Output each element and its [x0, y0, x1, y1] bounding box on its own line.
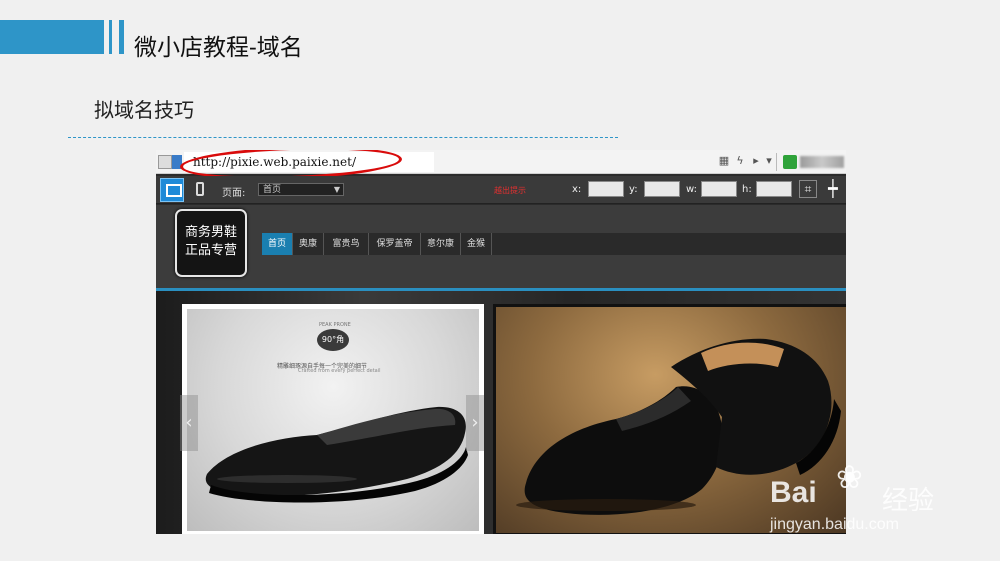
chevron-down-icon[interactable]: ▾ [763, 155, 775, 167]
shop-logo[interactable]: 商务男鞋 正品专营 [175, 209, 247, 277]
header-accent-bar [0, 20, 104, 54]
crop-icon[interactable]: ⌗ [799, 180, 817, 198]
logo-line: 正品专营 [184, 243, 237, 258]
nav-item-aokang[interactable]: 奥康 [293, 233, 324, 255]
loafer-shoe-image [205, 406, 468, 503]
mobile-icon[interactable] [196, 182, 204, 196]
resize-icon[interactable]: ┿ [828, 180, 838, 198]
slide-title: 微小店教程-域名 [134, 35, 303, 61]
x-label: x: [572, 184, 582, 195]
y-input[interactable] [644, 181, 680, 197]
play-icon[interactable]: ▸ [750, 155, 762, 167]
y-label: y: [629, 184, 638, 195]
page-select[interactable]: 首页 ▼ [258, 183, 344, 196]
h-label: h: [742, 184, 752, 195]
w-input[interactable] [701, 181, 737, 197]
search-icon[interactable] [783, 155, 797, 169]
nav-item-baoluogaidi[interactable]: 保罗盖帝 [369, 233, 421, 255]
site-nav: 首页 奥康 富贵鸟 保罗盖帝 意尔康 金猴 [262, 233, 846, 255]
watermark-brand: Bai [770, 476, 817, 509]
header-accent-stripe [119, 20, 124, 54]
watermark-url: jingyan.baidu.com [770, 516, 899, 533]
divider [68, 137, 618, 138]
editor-toolbar: 页面: 首页 ▼ 越出提示 x: y: w: h: ⌗ ┿ [156, 176, 846, 204]
slider-prev-arrow[interactable]: ‹ [180, 395, 198, 451]
blurred-region [800, 156, 844, 168]
x-input[interactable] [588, 181, 624, 197]
overflow-warning: 越出提示 [494, 186, 526, 195]
header-accent-stripe [109, 20, 112, 54]
page-icon [158, 155, 172, 169]
page-select-value: 首页 [263, 185, 282, 195]
watermark-brand-cn: 经验 [882, 486, 935, 516]
lightning-icon[interactable]: ϟ [734, 155, 746, 167]
banner-area: PEAK PRONE 90°角 精雕细琢源自手每一个完美的细节 Crafted … [156, 291, 846, 534]
embedded-screenshot: http://pixie.web.paixie.net/ ▦ ϟ ▸ ▾ 页面:… [156, 150, 846, 534]
product-slide: PEAK PRONE 90°角 精雕细琢源自手每一个完美的细节 Crafted … [180, 304, 484, 534]
separator [776, 153, 777, 171]
paw-icon: ❀ [836, 458, 863, 496]
page-label: 页面: [222, 188, 246, 199]
chevron-down-icon: ▼ [333, 185, 340, 194]
browser-address-bar: http://pixie.web.paixie.net/ ▦ ϟ ▸ ▾ [156, 150, 846, 183]
baidu-watermark: ❀ Bai 经验 jingyan.baidu.com [770, 458, 1000, 538]
slide-subtitle: 拟域名技巧 [94, 98, 194, 122]
slider-next-arrow[interactable]: › [466, 395, 484, 451]
grid-icon[interactable]: ▦ [718, 155, 730, 167]
h-input[interactable] [756, 181, 792, 197]
nav-item-home[interactable]: 首页 [262, 233, 293, 255]
nav-item-jinhou[interactable]: 金猴 [461, 233, 492, 255]
desktop-icon[interactable] [160, 178, 184, 202]
nav-item-yierkang[interactable]: 意尔康 [421, 233, 461, 255]
site-header: 商务男鞋 正品专营 首页 奥康 富贵鸟 保罗盖帝 意尔康 金猴 [156, 205, 846, 289]
nav-item-fuguiniao[interactable]: 富贵鸟 [324, 233, 369, 255]
logo-line: 商务男鞋 [184, 225, 237, 240]
w-label: w: [686, 184, 698, 195]
